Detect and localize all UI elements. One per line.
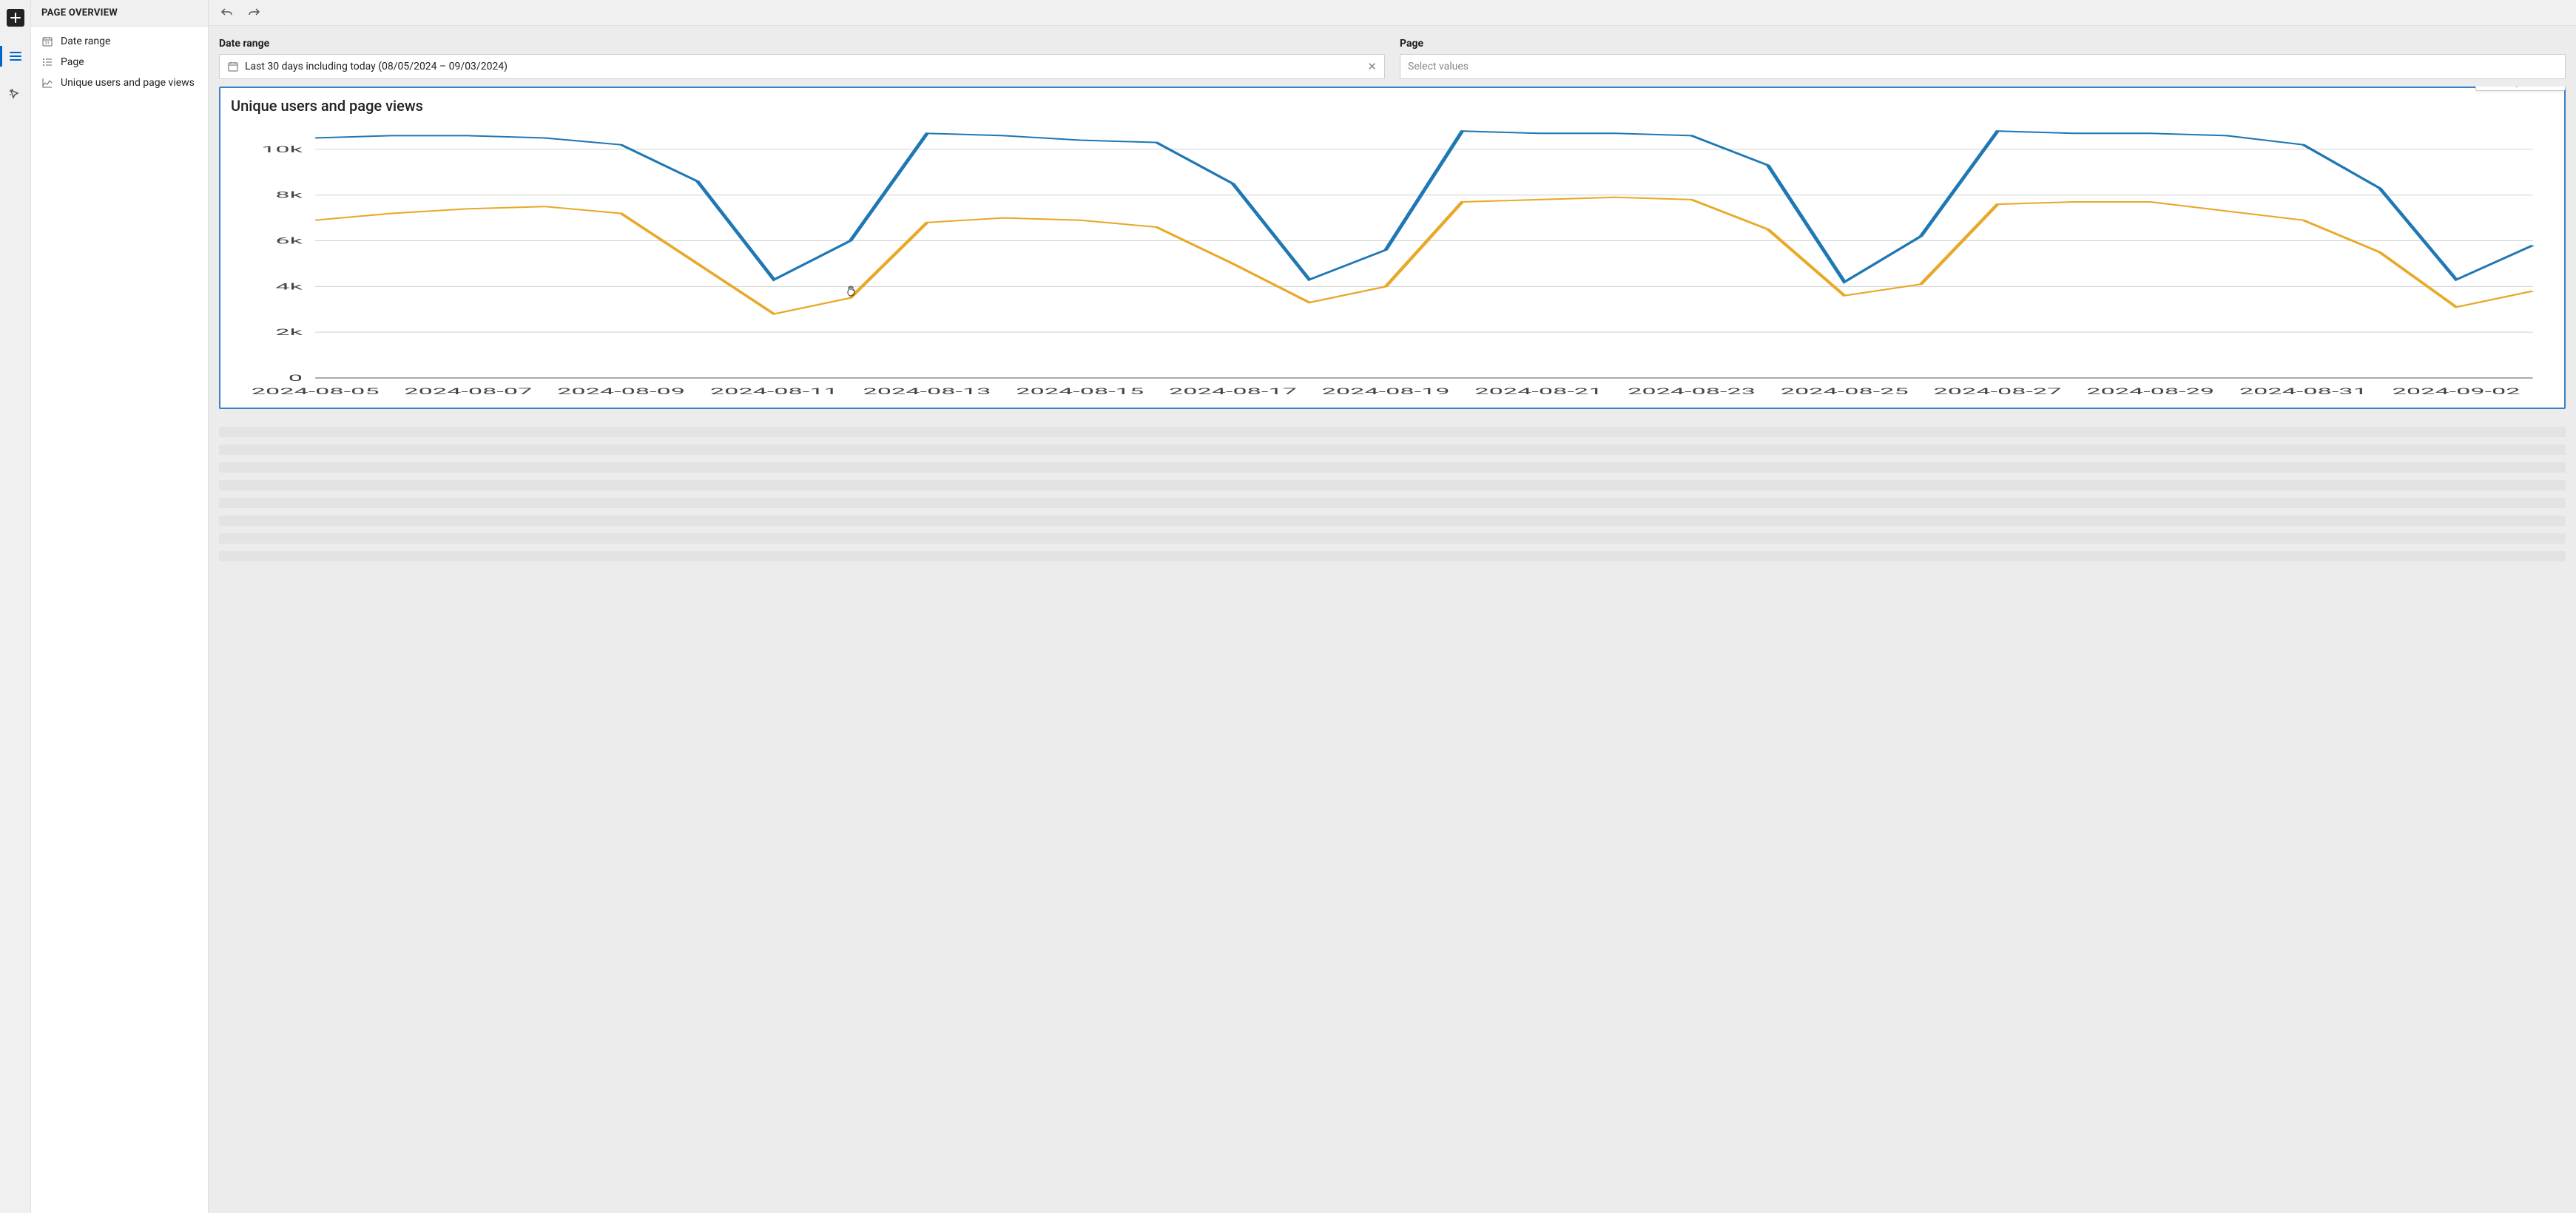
sidebar-title: PAGE OVERVIEW — [31, 0, 208, 27]
chart-plot-area[interactable]: 0 2k 4k 6k 8k 10k 2024-08-05 2024-08-07 2024-08-… — [231, 119, 2554, 400]
svg-text:8k: 8k — [275, 190, 303, 200]
svg-text:2024-08-29: 2024-08-29 — [2086, 386, 2214, 396]
redo-button[interactable] — [246, 4, 262, 21]
svg-text:2024-08-13: 2024-08-13 — [863, 386, 991, 396]
svg-text:10k: 10k — [261, 144, 303, 155]
page-placeholder: Select values — [1408, 61, 1469, 72]
calendar-icon — [227, 61, 239, 72]
outline-tab-icon[interactable] — [7, 47, 24, 65]
svg-text:2024-08-05: 2024-08-05 — [252, 386, 380, 396]
svg-text:2024-08-07: 2024-08-07 — [404, 386, 532, 396]
calendar-icon: 31 — [41, 36, 53, 47]
svg-text:2024-08-11: 2024-08-11 — [710, 386, 838, 396]
skeleton-placeholder — [219, 427, 2566, 561]
undo-button[interactable] — [219, 4, 235, 21]
main: Date range Last 30 days including today … — [209, 0, 2576, 1213]
sidebar-item-label: Page — [61, 56, 84, 68]
filter-page: Page Select values — [1400, 38, 2566, 79]
add-button[interactable] — [7, 9, 24, 27]
chart-toolbar: 1 — [2475, 87, 2566, 91]
svg-text:2024-08-15: 2024-08-15 — [1016, 386, 1144, 396]
sidebar: PAGE OVERVIEW 31 Date range Page Unique … — [31, 0, 209, 1213]
history-toolbar — [209, 0, 2576, 26]
svg-text:2024-08-09: 2024-08-09 — [557, 386, 685, 396]
filter-label: Page — [1400, 38, 2566, 50]
svg-text:31: 31 — [45, 41, 50, 46]
sidebar-item-date-range[interactable]: 31 Date range — [31, 31, 208, 52]
date-range-value: Last 30 days including today (08/05/2024… — [245, 61, 508, 72]
clear-icon[interactable]: ✕ — [1367, 60, 1377, 73]
sidebar-item-page[interactable]: Page — [31, 52, 208, 72]
svg-text:2024-08-17: 2024-08-17 — [1169, 386, 1297, 396]
chart-title: Unique users and page views — [231, 97, 2554, 115]
svg-text:2024-08-23: 2024-08-23 — [1628, 386, 1756, 396]
svg-text:2024-08-25: 2024-08-25 — [1781, 386, 1909, 396]
svg-text:2k: 2k — [275, 327, 303, 337]
interaction-tab-icon[interactable] — [7, 86, 24, 104]
filter-badge: 1 — [2515, 87, 2518, 89]
date-range-input[interactable]: Last 30 days including today (08/05/2024… — [219, 54, 1385, 79]
sidebar-item-label: Date range — [61, 36, 110, 47]
svg-text:2024-09-02: 2024-09-02 — [2393, 386, 2521, 396]
filter-date-range: Date range Last 30 days including today … — [219, 38, 1385, 79]
svg-text:2024-08-19: 2024-08-19 — [1322, 386, 1450, 396]
page-select[interactable]: Select values — [1400, 54, 2566, 79]
svg-text:2024-08-31: 2024-08-31 — [2239, 386, 2367, 396]
sidebar-items: 31 Date range Page Unique users and page… — [31, 27, 208, 98]
canvas: 1 Unique users and page views 0 2k 4k 6k 8k 1… — [209, 87, 2576, 1213]
filters-row: Date range Last 30 days including today … — [209, 26, 2576, 87]
list-icon — [41, 56, 53, 68]
svg-text:2024-08-27: 2024-08-27 — [1934, 386, 2062, 396]
left-rail — [0, 0, 31, 1213]
svg-text:2024-08-21: 2024-08-21 — [1474, 386, 1602, 396]
chart-card[interactable]: 1 Unique users and page views 0 2k 4k 6k 8k 1… — [219, 87, 2566, 409]
svg-text:0: 0 — [289, 373, 303, 383]
sidebar-item-chart[interactable]: Unique users and page views — [31, 72, 208, 93]
svg-text:4k: 4k — [275, 282, 303, 292]
sidebar-item-label: Unique users and page views — [61, 77, 195, 89]
filter-label: Date range — [219, 38, 1385, 50]
svg-text:6k: 6k — [275, 236, 303, 246]
chart-icon — [41, 77, 53, 89]
